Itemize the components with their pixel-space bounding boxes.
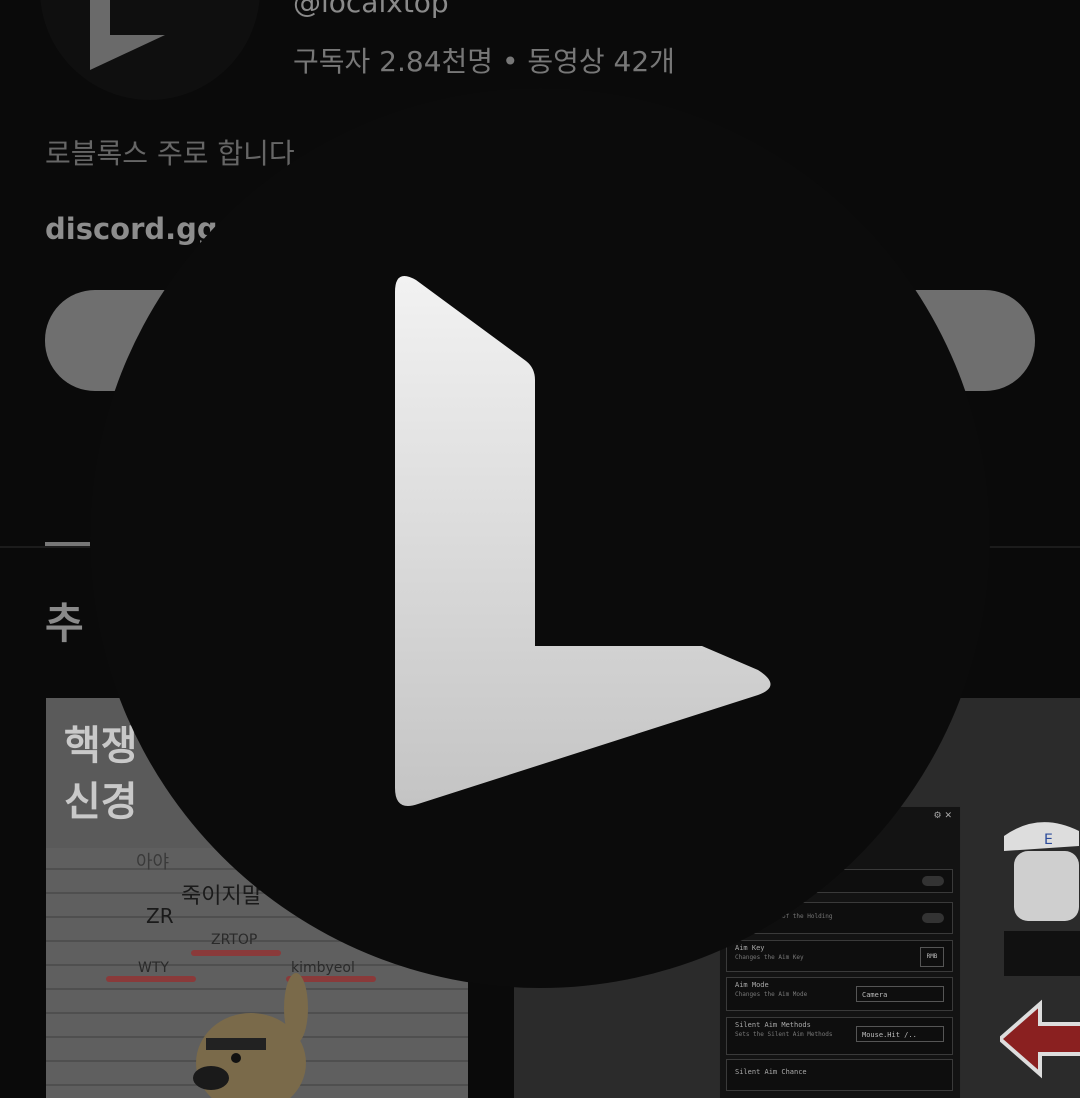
channel-logo-icon: [90, 0, 165, 70]
panel-row-title: Silent Aim Methods: [735, 1021, 811, 1029]
red-arrow-icon: [1000, 999, 1080, 1079]
panel-row-subtitle: Sets the Silent Aim Methods: [735, 1031, 833, 1038]
panel-row: Silent Aim Methods Sets the Silent Aim M…: [726, 1017, 953, 1055]
select-box: Mouse.Hit /..: [856, 1026, 944, 1042]
active-tab-indicator: [45, 542, 90, 546]
select-box: Camera: [856, 986, 944, 1002]
panel-row-subtitle: Changes the Aim Mode: [735, 991, 808, 998]
channel-avatar[interactable]: [40, 0, 260, 100]
roblox-character-icon: E: [1004, 822, 1080, 976]
panel-row-title: Silent Aim Chance: [735, 1068, 807, 1076]
svg-text:E: E: [1044, 832, 1053, 848]
section-title: 추: [45, 599, 84, 648]
panel-row: Silent Aim Chance: [726, 1059, 953, 1091]
channel-stats: 구독자 2.84천명 • 동영상 42개: [293, 45, 675, 78]
channel-handle: @localxtop: [293, 0, 449, 19]
L-logo-icon: [395, 276, 771, 806]
